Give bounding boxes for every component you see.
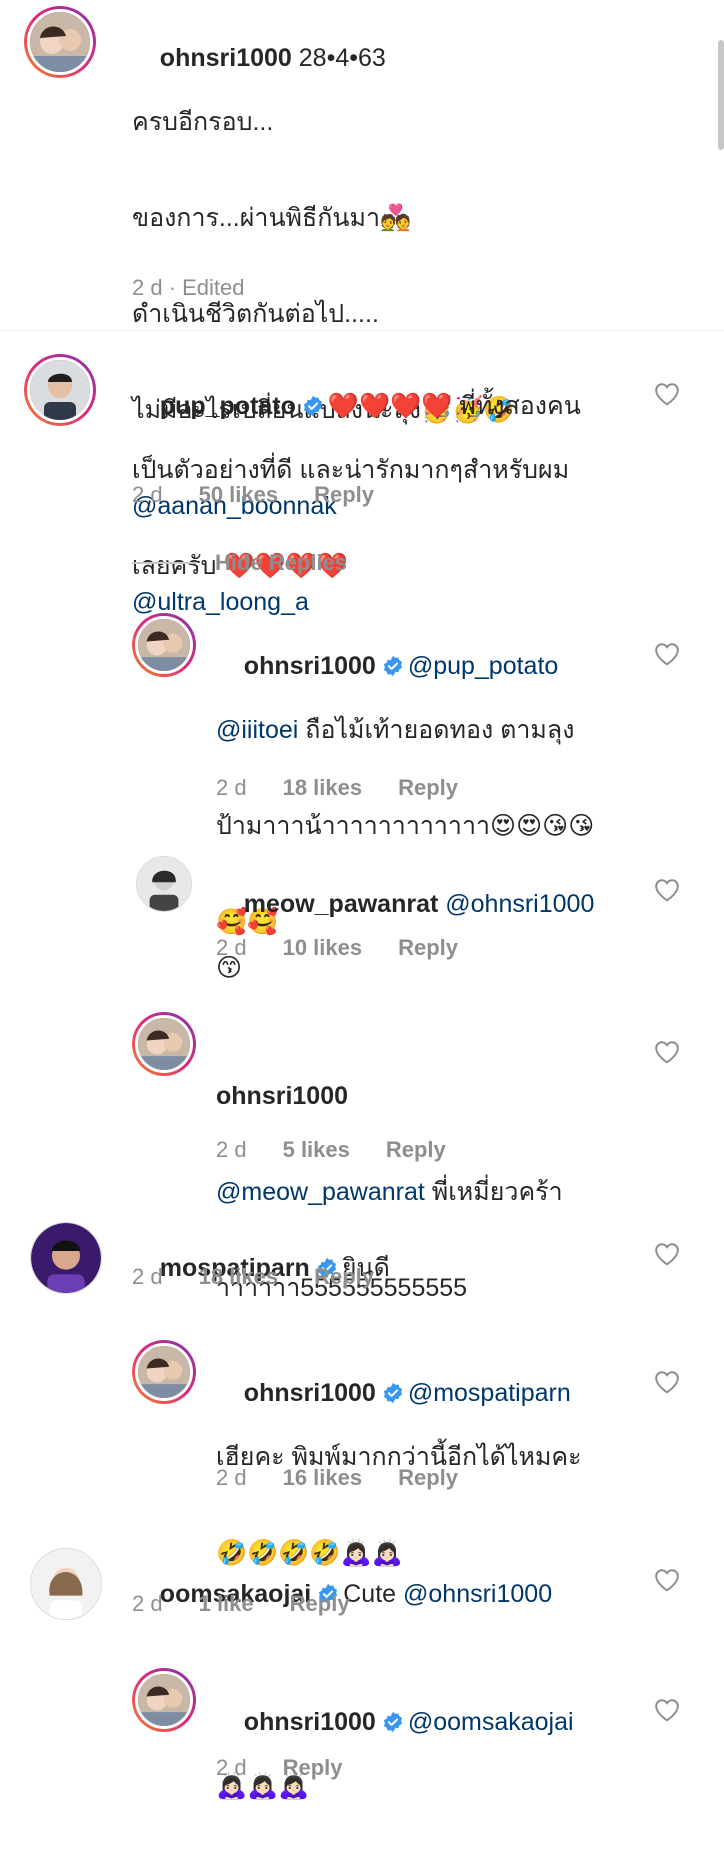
comment-text: พี่เหมี่ยวคร้า bbox=[424, 1178, 563, 1206]
likes-count[interactable]: 50 likes bbox=[199, 482, 279, 507]
likes-count[interactable]: 18 likes bbox=[199, 1264, 279, 1289]
username[interactable]: ohnsri1000 bbox=[244, 1708, 376, 1736]
like-heart-icon[interactable] bbox=[654, 382, 680, 406]
timestamp: 2 d bbox=[216, 775, 247, 800]
likes-count[interactable]: 16 likes bbox=[283, 1465, 363, 1490]
likes-count[interactable]: 5 likes bbox=[283, 1137, 350, 1162]
avatar-photo bbox=[137, 857, 191, 911]
avatar-photo bbox=[30, 12, 90, 72]
avatar-photo bbox=[31, 1223, 101, 1293]
timestamp: 2 d bbox=[216, 1137, 247, 1162]
timestamp: 2 d bbox=[216, 1755, 247, 1780]
likes-count[interactable]: 1 like bbox=[199, 1591, 254, 1616]
like-heart-icon[interactable] bbox=[654, 1698, 680, 1722]
comment-meta: 2 d 5 likes Reply bbox=[216, 1136, 482, 1164]
avatar[interactable] bbox=[30, 1222, 102, 1294]
comment-meta: 2 d 1 like Reply bbox=[132, 1590, 386, 1618]
timestamp: 2 d bbox=[132, 1264, 163, 1289]
avatar-photo bbox=[138, 619, 190, 671]
username[interactable]: pup_potato bbox=[160, 392, 296, 420]
reply-button[interactable]: Reply bbox=[386, 1137, 446, 1162]
comment-text: ถือไม้เท้ายอดทอง ตามลุง bbox=[298, 716, 575, 744]
divider bbox=[0, 330, 724, 331]
scrollbar[interactable] bbox=[718, 40, 724, 150]
username[interactable]: ohnsri1000 bbox=[244, 652, 376, 680]
avatar-photo bbox=[138, 1346, 190, 1398]
comment-text: พี่ทั้งสองคน bbox=[452, 392, 581, 420]
username[interactable]: ohnsri1000 bbox=[160, 44, 292, 72]
verified-badge-icon bbox=[302, 395, 324, 417]
verified-badge-icon bbox=[382, 655, 404, 677]
avatar[interactable] bbox=[24, 354, 96, 426]
comment-meta: 2 d Reply bbox=[216, 1754, 379, 1782]
mention-link[interactable]: @meow_pawanrat bbox=[216, 1178, 425, 1206]
comment-meta: 2 d 18 likes Reply bbox=[132, 1263, 410, 1291]
avatar-photo bbox=[30, 360, 90, 420]
comment-meta: 2 d 10 likes Reply bbox=[216, 934, 494, 962]
hide-replies-button[interactable]: Hide Replies bbox=[215, 550, 347, 576]
comment-meta: 2 d 50 likes Reply bbox=[132, 481, 410, 509]
timestamp: 2 d bbox=[132, 1591, 163, 1616]
avatar[interactable] bbox=[132, 613, 196, 677]
reply-button[interactable]: Reply bbox=[283, 1755, 343, 1780]
reply-button[interactable]: Reply bbox=[314, 482, 374, 507]
caption-line: ของการ...ผ่านพิธีกันมา💑 bbox=[132, 204, 412, 232]
like-heart-icon[interactable] bbox=[654, 1242, 680, 1266]
likes-count[interactable]: 10 likes bbox=[283, 935, 363, 960]
likes-count[interactable]: 18 likes bbox=[283, 775, 363, 800]
like-heart-icon[interactable] bbox=[654, 642, 680, 666]
reply-button[interactable]: Reply bbox=[314, 1264, 374, 1289]
username[interactable]: ohnsri1000 bbox=[244, 1379, 376, 1407]
timestamp: 2 d bbox=[132, 482, 163, 507]
comment-meta: 2 d · Edited bbox=[132, 274, 281, 302]
verified-badge-icon bbox=[382, 1382, 404, 1404]
avatar-photo bbox=[138, 1018, 190, 1070]
like-heart-icon[interactable] bbox=[654, 878, 680, 902]
hide-replies-line bbox=[132, 562, 196, 564]
like-heart-icon[interactable] bbox=[654, 1568, 680, 1592]
mention-link[interactable]: @pup_potato bbox=[408, 652, 559, 680]
caption-line: ดำเนินชีวิตกันต่อไป..... bbox=[132, 300, 379, 328]
mention-link[interactable]: @iiitoei bbox=[216, 716, 298, 744]
comment-meta: 2 d 16 likes Reply bbox=[216, 1464, 494, 1492]
caption-line: ครบอีกรอบ... bbox=[132, 108, 274, 136]
like-heart-icon[interactable] bbox=[654, 1370, 680, 1394]
comment-text: ป้ามาาาน้าาาาาาาาาาาา😍😍😘😘 bbox=[216, 812, 595, 840]
mention-link[interactable]: @oomsakaojai bbox=[408, 1708, 574, 1736]
reply-button[interactable]: Reply bbox=[398, 935, 458, 960]
reply-button[interactable]: Reply bbox=[398, 775, 458, 800]
timestamp-edited: 2 d · Edited bbox=[132, 275, 245, 300]
caption-date: 28•4•63 bbox=[298, 44, 386, 72]
comment-hearts: ❤️❤️❤️❤️ bbox=[327, 392, 453, 420]
mention-link[interactable]: @ohnsri1000 bbox=[445, 890, 594, 918]
timestamp: 2 d bbox=[216, 935, 247, 960]
avatar-photo bbox=[138, 1674, 190, 1726]
avatar[interactable] bbox=[132, 1668, 196, 1732]
avatar[interactable] bbox=[24, 6, 96, 78]
mention-link[interactable]: @ohnsri1000 bbox=[403, 1580, 552, 1608]
reply-button[interactable]: Reply bbox=[398, 1465, 458, 1490]
mention-link[interactable]: @mospatiparn bbox=[408, 1379, 571, 1407]
reply-button[interactable]: Reply bbox=[290, 1591, 350, 1616]
avatar[interactable] bbox=[136, 856, 192, 912]
avatar[interactable] bbox=[132, 1340, 196, 1404]
avatar-photo bbox=[31, 1549, 101, 1619]
like-heart-icon[interactable] bbox=[654, 1040, 680, 1064]
verified-badge-icon bbox=[382, 1711, 404, 1733]
avatar[interactable] bbox=[132, 1012, 196, 1076]
timestamp: 2 d bbox=[216, 1465, 247, 1490]
avatar[interactable] bbox=[30, 1548, 102, 1620]
username[interactable]: meow_pawanrat bbox=[244, 890, 439, 918]
comment-text: เลยครับ ❤️❤️❤️❤️ bbox=[132, 552, 348, 580]
comment-meta: 2 d 18 likes Reply bbox=[216, 774, 494, 802]
username[interactable]: ohnsri1000 bbox=[216, 1080, 646, 1112]
